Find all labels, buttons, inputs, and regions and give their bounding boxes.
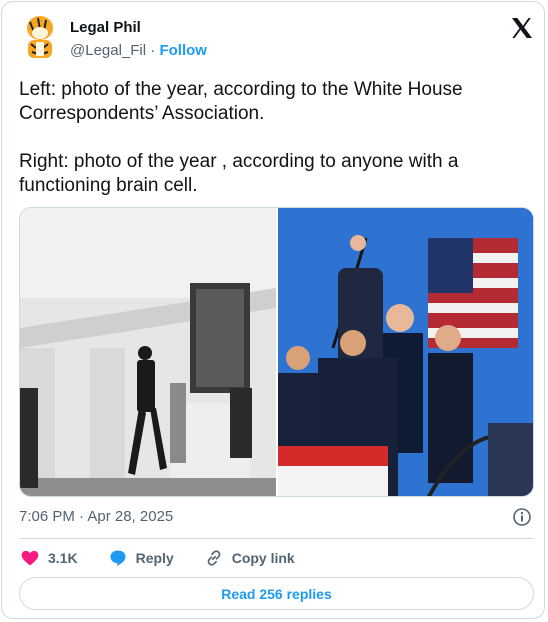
copy-link-button[interactable]: Copy link [204, 548, 295, 568]
tweet-media[interactable] [19, 207, 534, 497]
tweet-timestamp[interactable]: 7:06 PM · Apr 28, 2025 [19, 508, 173, 525]
tweet-actions: 3.1K Reply Copy link [20, 548, 295, 568]
photo-right[interactable] [278, 208, 533, 496]
reply-button[interactable]: Reply [108, 548, 174, 568]
author-name[interactable]: Legal Phil [70, 19, 141, 36]
actions-divider [19, 538, 534, 539]
read-replies-button[interactable]: Read 256 replies [19, 577, 534, 610]
follow-button[interactable]: Follow [159, 42, 207, 59]
heart-icon [21, 550, 39, 566]
handle-separator: · [150, 42, 156, 59]
reply-bubble-icon [110, 550, 126, 566]
author-handle-line: @Legal_Fil · Follow [70, 42, 207, 59]
tweet-card: Legal Phil @Legal_Fil · Follow Left: pho… [1, 1, 545, 619]
x-logo-icon[interactable] [510, 16, 534, 40]
info-icon[interactable] [512, 507, 532, 527]
like-button[interactable]: 3.1K [20, 548, 78, 568]
photo-left[interactable] [20, 208, 276, 496]
reply-label: Reply [135, 550, 174, 566]
like-count: 3.1K [48, 550, 78, 566]
tweet-text: Left: photo of the year, according to th… [19, 79, 463, 196]
copy-link-label: Copy link [231, 550, 295, 566]
author-handle[interactable]: @Legal_Fil [70, 42, 146, 59]
link-icon [207, 550, 221, 566]
author-avatar[interactable] [18, 12, 62, 62]
